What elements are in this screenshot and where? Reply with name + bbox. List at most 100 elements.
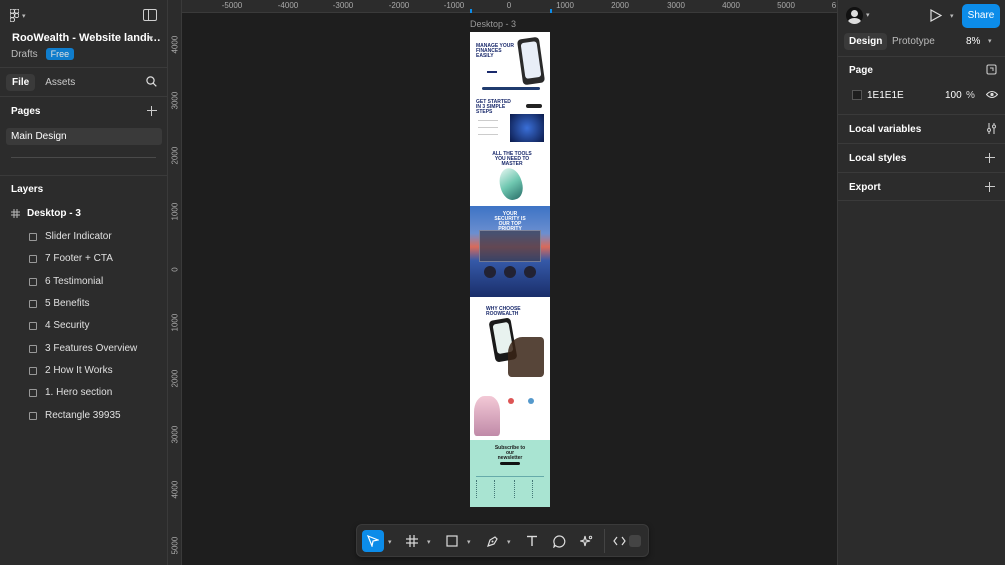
layer-item[interactable]: 2 How It Works bbox=[29, 365, 113, 376]
newsletter-headline: Subscribe to our newsletter bbox=[494, 445, 526, 461]
move-tool-button[interactable] bbox=[362, 530, 384, 552]
ruler-label: 1000 bbox=[556, 1, 574, 10]
footer-column bbox=[514, 480, 524, 498]
frame-name-label[interactable]: Desktop - 3 bbox=[470, 19, 516, 29]
layer-label: 7 Footer + CTA bbox=[45, 253, 113, 264]
pen-icon bbox=[486, 535, 498, 547]
layer-item[interactable]: 5 Benefits bbox=[29, 298, 89, 309]
chevron-down-icon: ▾ bbox=[22, 12, 26, 20]
tab-file[interactable]: File bbox=[6, 74, 36, 91]
tab-design[interactable]: Design bbox=[844, 33, 888, 50]
figma-logo-icon bbox=[10, 9, 19, 22]
layer-item[interactable]: 6 Testimonial bbox=[29, 276, 103, 287]
actions-tool-button[interactable] bbox=[575, 530, 597, 552]
security-card bbox=[479, 230, 541, 262]
chevron-down-icon[interactable]: ▾ bbox=[866, 11, 870, 19]
ruler-label: 3000 bbox=[667, 1, 685, 10]
main-menu-button[interactable]: ▾ bbox=[10, 9, 26, 22]
page-opacity-value[interactable]: 100 bbox=[945, 90, 962, 101]
sidebar-toggle-icon[interactable] bbox=[143, 9, 157, 21]
layers-heading: Layers bbox=[11, 184, 44, 195]
footer-cta-thumbnail: Subscribe to our newsletter bbox=[470, 440, 550, 507]
local-variables-heading[interactable]: Local variables bbox=[849, 124, 921, 135]
frame-tool-caret[interactable]: ▾ bbox=[427, 538, 433, 546]
layer-label: 4 Security bbox=[45, 320, 90, 331]
pages-heading: Pages bbox=[11, 106, 41, 117]
tab-assets[interactable]: Assets bbox=[39, 74, 81, 91]
benefits-thumbnail: WHY CHOOSE ROOWEALTH bbox=[470, 297, 550, 382]
plan-badge: Free bbox=[45, 48, 75, 60]
bottom-toolbar: ▾ ▾ ▾ ▾ bbox=[356, 524, 649, 557]
ruler-label: 3000 bbox=[170, 425, 180, 444]
divider bbox=[838, 172, 1005, 173]
file-title[interactable]: RooWealth - Website landi… bbox=[12, 32, 161, 44]
ruler-label: 0 bbox=[170, 267, 180, 272]
desktop-3-frame[interactable]: MANAGE YOUR FINANCES EASILY GET STARTED … bbox=[470, 32, 550, 507]
ruler-label: -1000 bbox=[443, 1, 465, 10]
design-canvas[interactable]: -5000 -4000 -3000 -2000 -1000 0 1000 200… bbox=[168, 0, 837, 565]
ruler-label: -5000 bbox=[221, 1, 243, 10]
ruler-label: 1000 bbox=[170, 313, 180, 332]
add-export-plus-icon[interactable] bbox=[985, 182, 995, 192]
ruler-label: 2000 bbox=[170, 146, 180, 165]
text-tool-button[interactable] bbox=[521, 530, 543, 552]
search-icon[interactable] bbox=[146, 76, 157, 87]
zoom-level[interactable]: 8% bbox=[966, 36, 980, 47]
ruler-label: 0 bbox=[506, 1, 512, 10]
comment-tool-button[interactable] bbox=[548, 530, 570, 552]
layer-frame-desktop-3[interactable]: Desktop - 3 bbox=[11, 208, 81, 219]
avatar[interactable] bbox=[846, 7, 863, 24]
layer-item[interactable]: Slider Indicator bbox=[29, 231, 112, 242]
ruler-label: 4000 bbox=[722, 1, 740, 10]
person-photo bbox=[474, 396, 500, 436]
layer-item[interactable]: 3 Features Overview bbox=[29, 343, 137, 354]
play-present-icon[interactable] bbox=[930, 9, 942, 22]
local-styles-heading[interactable]: Local styles bbox=[849, 153, 906, 164]
chevron-down-icon[interactable]: ▾ bbox=[950, 12, 954, 20]
layer-item[interactable]: 7 Footer + CTA bbox=[29, 253, 113, 264]
tab-prototype[interactable]: Prototype bbox=[887, 33, 940, 50]
page-item-main-design[interactable]: Main Design bbox=[6, 128, 162, 145]
frame-tool-button[interactable] bbox=[401, 530, 423, 552]
dev-mode-toggle[interactable] bbox=[611, 530, 643, 552]
layer-item[interactable]: 4 Security bbox=[29, 320, 89, 331]
pages-resize-divider[interactable] bbox=[11, 157, 156, 158]
eye-visibility-icon[interactable] bbox=[986, 90, 998, 99]
export-heading[interactable]: Export bbox=[849, 182, 881, 193]
divider bbox=[0, 67, 167, 68]
page-color-swatch[interactable] bbox=[852, 90, 862, 100]
how-it-works-thumbnail: GET STARTED IN 3 SIMPLE STEPS bbox=[470, 96, 550, 148]
rectangle-icon bbox=[29, 299, 37, 308]
comment-bubble-icon bbox=[552, 534, 565, 548]
divider bbox=[838, 200, 1005, 201]
page-swap-icon[interactable] bbox=[986, 64, 997, 75]
shape-tool-button[interactable] bbox=[441, 530, 463, 552]
cta-pill bbox=[487, 71, 497, 73]
shape-tool-caret[interactable]: ▾ bbox=[467, 538, 473, 546]
chevron-down-icon[interactable]: ▾ bbox=[988, 37, 992, 45]
add-page-plus-icon[interactable] bbox=[147, 106, 157, 116]
ruler-label: 2000 bbox=[170, 369, 180, 388]
vertical-ruler[interactable]: 4000 3000 2000 1000 0 1000 2000 3000 400… bbox=[168, 0, 182, 565]
file-options-chevron-icon[interactable]: ▾ bbox=[148, 33, 153, 44]
file-location[interactable]: Drafts bbox=[11, 49, 38, 60]
layer-item[interactable]: Rectangle 39935 bbox=[29, 410, 121, 421]
toolbar-divider bbox=[604, 529, 605, 553]
add-style-plus-icon[interactable] bbox=[985, 153, 995, 163]
layer-label: Slider Indicator bbox=[45, 231, 112, 242]
variables-sliders-icon[interactable] bbox=[986, 123, 997, 134]
security-icon-graphic bbox=[484, 266, 496, 278]
security-headline: YOUR SECURITY IS OUR TOP PRIORITY bbox=[494, 211, 526, 232]
ruler-label: 4000 bbox=[170, 35, 180, 54]
horizontal-ruler[interactable]: -5000 -4000 -3000 -2000 -1000 0 1000 200… bbox=[182, 0, 837, 13]
page-color-hex[interactable]: 1E1E1E bbox=[867, 90, 904, 101]
footer-divider bbox=[476, 476, 544, 477]
pen-tool-button[interactable] bbox=[481, 530, 503, 552]
text-t-icon bbox=[527, 535, 537, 546]
share-button[interactable]: Share bbox=[962, 4, 1000, 28]
pen-tool-caret[interactable]: ▾ bbox=[507, 538, 513, 546]
rectangle-icon bbox=[29, 366, 37, 375]
layer-item[interactable]: 1. Hero section bbox=[29, 387, 112, 398]
brand-dot bbox=[508, 398, 514, 404]
move-tool-caret[interactable]: ▾ bbox=[388, 538, 394, 546]
